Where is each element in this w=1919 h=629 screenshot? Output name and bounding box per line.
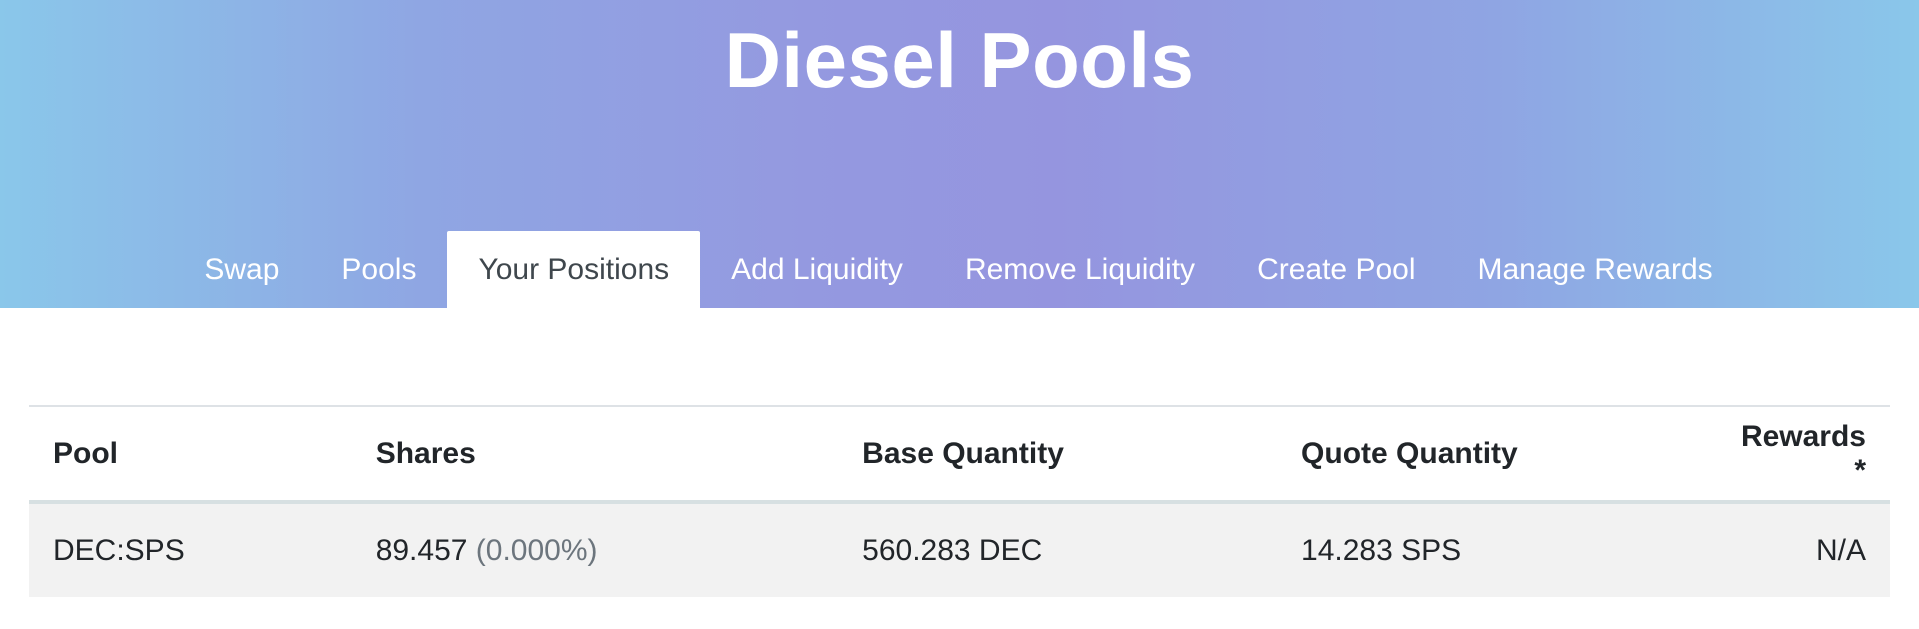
shares-cell: 89.457 (0.000%) (352, 502, 838, 597)
quote-quantity-cell: 14.283 SPS (1301, 533, 1462, 567)
tab-your-positions[interactable]: Your Positions (447, 231, 701, 308)
shares-value: 89.457 (375, 533, 468, 567)
column-header-shares: Shares (375, 436, 476, 470)
tab-remove-liquidity[interactable]: Remove Liquidity (934, 231, 1226, 308)
tab-pools[interactable]: Pools (310, 231, 447, 308)
header-banner: Diesel Pools Swap Pools Your Positions A… (0, 0, 1919, 308)
table-header-row: Pool Shares Base Quantity Quote Quantity… (29, 406, 1890, 502)
table-row[interactable]: DEC:SPS 89.457 (0.000%) 560.283 DEC 14.2… (29, 502, 1890, 597)
tab-bar: Swap Pools Your Positions Add Liquidity … (0, 231, 1919, 308)
column-header-rewards: Rewards * (1740, 419, 1866, 487)
column-header-quote-quantity: Quote Quantity (1301, 436, 1518, 470)
positions-table: Pool Shares Base Quantity Quote Quantity… (29, 405, 1890, 597)
column-header-pool: Pool (53, 436, 118, 470)
column-header-base-quantity: Base Quantity (862, 436, 1064, 470)
positions-table-container: Pool Shares Base Quantity Quote Quantity… (29, 405, 1890, 597)
share-percent: (0.000%) (475, 533, 598, 567)
base-quantity-cell: 560.283 DEC (862, 533, 1043, 567)
rewards-cell: N/A (1815, 533, 1866, 567)
tab-manage-rewards[interactable]: Manage Rewards (1447, 231, 1744, 308)
tab-create-pool[interactable]: Create Pool (1226, 231, 1446, 308)
tab-swap[interactable]: Swap (173, 231, 310, 308)
page-title: Diesel Pools (724, 16, 1195, 104)
tab-add-liquidity[interactable]: Add Liquidity (700, 231, 934, 308)
pool-cell: DEC:SPS (53, 533, 185, 567)
